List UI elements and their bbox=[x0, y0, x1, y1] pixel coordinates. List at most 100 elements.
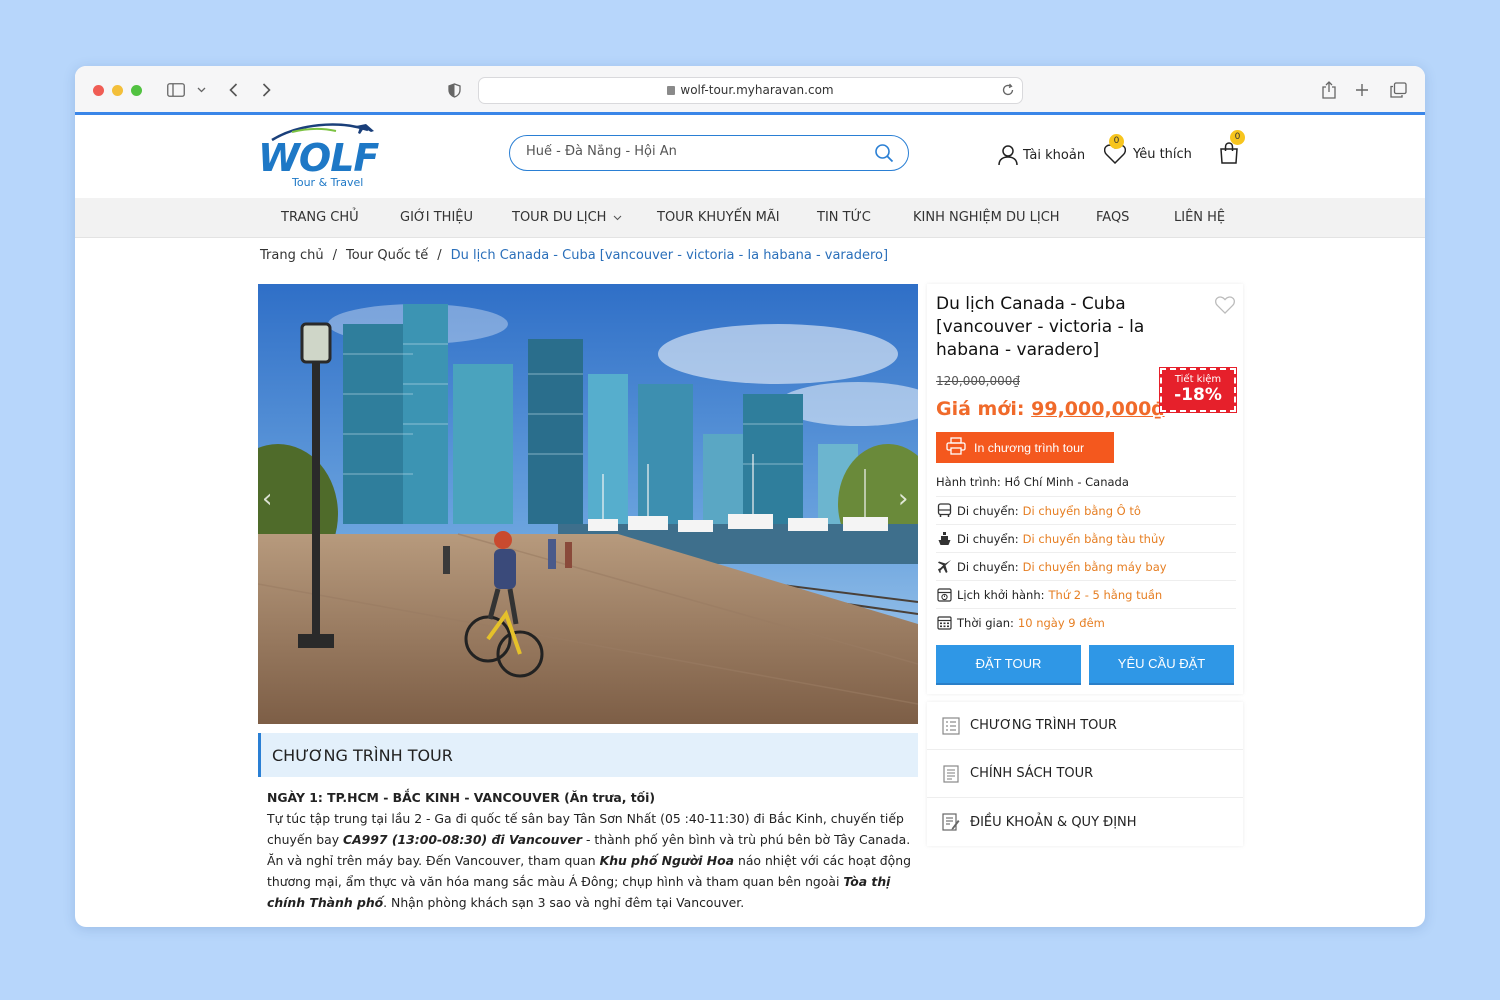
breadcrumb-category[interactable]: Tour Quốc tế bbox=[346, 248, 428, 263]
departure-schedule-value: Thứ 2 - 5 hằng tuần bbox=[1048, 587, 1163, 602]
shield-icon[interactable] bbox=[445, 79, 463, 101]
account-label: Tài khoản bbox=[1023, 147, 1086, 163]
program-heading-bar: CHƯƠNG TRÌNH TOUR bbox=[258, 733, 918, 777]
transport-ship-row: Di chuyển: Di chuyển bằng tàu thủy bbox=[936, 524, 1236, 552]
discount-label: Tiết kiệm bbox=[1174, 374, 1222, 385]
transport-plane-value: Di chuyển bằng máy bay bbox=[1022, 559, 1167, 574]
breadcrumb-current: Du lịch Canada - Cuba [vancouver - victo… bbox=[450, 248, 889, 263]
plane-icon bbox=[936, 559, 952, 575]
side-item-program[interactable]: CHƯƠNG TRÌNH TOUR bbox=[927, 702, 1243, 750]
old-price: 120,000,000₫ bbox=[936, 374, 1020, 388]
route-value: Hồ Chí Minh - Canada bbox=[1004, 475, 1129, 489]
departure-schedule-row: Lịch khởi hành: Thứ 2 - 5 hằng tuần bbox=[936, 580, 1236, 608]
site-header: WOLF Tour & Travel Tài khoản 0 Yêu thích bbox=[75, 118, 1425, 198]
back-icon[interactable] bbox=[225, 79, 241, 101]
new-price: Giá mới: 99,000,000₫ bbox=[936, 398, 1165, 420]
cart-count-badge: 0 bbox=[1230, 130, 1245, 145]
flight-info: CA997 (13:00-08:30) đi Vancouver bbox=[343, 832, 583, 847]
tabs-overview-icon[interactable] bbox=[1388, 79, 1408, 101]
heart-icon: 0 bbox=[1104, 134, 1126, 164]
side-item-policy-label: CHÍNH SÁCH TOUR bbox=[970, 766, 1094, 781]
day-1-description: Tự túc tập trung tại lầu 2 - Ga đi quốc … bbox=[267, 811, 911, 910]
wishlist-label: Yêu thích bbox=[1133, 146, 1192, 162]
nav-item-tours-label: TOUR DU LỊCH bbox=[512, 210, 607, 225]
forward-icon[interactable] bbox=[258, 79, 274, 101]
new-price-value: 99,000,000₫ bbox=[1031, 398, 1165, 420]
sidebar-icon[interactable] bbox=[166, 79, 186, 101]
transport-ship-value: Di chuyển bằng tàu thủy bbox=[1022, 531, 1166, 546]
wishlist-link[interactable]: 0 Yêu thích bbox=[1104, 134, 1192, 164]
zoom-window-button[interactable] bbox=[131, 85, 142, 96]
breadcrumb-home[interactable]: Trang chủ bbox=[260, 248, 324, 263]
nav-item-about[interactable]: GIỚI THIỆU bbox=[400, 210, 473, 225]
duration-value: 10 ngày 9 đêm bbox=[1017, 615, 1105, 630]
place-chinatown: Khu phố Người Hoa bbox=[599, 853, 735, 868]
list-icon bbox=[941, 716, 961, 736]
transport-bus-row: Di chuyển: Di chuyển bằng Ô tô bbox=[936, 496, 1236, 524]
lock-icon bbox=[667, 86, 676, 95]
nav-item-news[interactable]: TIN TỨC bbox=[817, 210, 871, 225]
logo-tagline: Tour & Travel bbox=[292, 176, 364, 189]
logo-wordmark: WOLF bbox=[258, 136, 379, 180]
new-tab-icon[interactable] bbox=[1352, 79, 1372, 101]
side-item-terms[interactable]: ĐIỀU KHOẢN & QUY ĐỊNH bbox=[927, 798, 1243, 846]
minimize-window-button[interactable] bbox=[112, 85, 123, 96]
contract-icon bbox=[941, 812, 961, 832]
chevron-down-icon bbox=[613, 215, 621, 221]
shopping-bag-icon: 0 bbox=[1219, 130, 1245, 164]
nav-item-home[interactable]: TRANG CHỦ bbox=[281, 210, 359, 225]
tour-info-card: Du lịch Canada - Cuba [vancouver - victo… bbox=[927, 284, 1243, 694]
cart-link[interactable]: 0 bbox=[1219, 130, 1245, 164]
discount-percent: -18% bbox=[1174, 385, 1222, 405]
address-url: wolf-tour.myharavan.com bbox=[680, 83, 834, 97]
share-icon[interactable] bbox=[1319, 79, 1339, 101]
main-nav: TRANG CHỦ GIỚI THIỆU TOUR DU LỊCH TOUR K… bbox=[75, 198, 1425, 238]
request-booking-button[interactable]: YÊU CẦU ĐẶT bbox=[1089, 645, 1234, 683]
next-slide-icon[interactable]: › bbox=[898, 484, 918, 524]
nav-item-tours[interactable]: TOUR DU LỊCH bbox=[512, 210, 622, 225]
ship-icon bbox=[936, 531, 952, 547]
new-price-label: Giá mới: bbox=[936, 398, 1025, 420]
breadcrumb: Trang chủ / Tour Quốc tế / Du lịch Canada - … bbox=[260, 248, 889, 263]
bus-icon bbox=[936, 503, 952, 519]
wishlist-count-badge: 0 bbox=[1109, 134, 1124, 149]
search-box bbox=[509, 135, 909, 171]
browser-toolbar: wolf-tour.myharavan.com bbox=[75, 66, 1425, 115]
document-icon bbox=[941, 764, 961, 784]
tour-side-menu: CHƯƠNG TRÌNH TOUR CHÍNH SÁCH TOUR ĐIỀU K… bbox=[927, 702, 1243, 846]
discount-badge: Tiết kiệm -18% bbox=[1159, 367, 1237, 413]
side-item-program-label: CHƯƠNG TRÌNH TOUR bbox=[970, 718, 1117, 733]
account-link[interactable]: Tài khoản bbox=[997, 144, 1085, 166]
chevron-down-icon[interactable] bbox=[195, 79, 207, 101]
transport-bus-value: Di chuyển bằng Ô tô bbox=[1022, 503, 1141, 518]
tour-title: Du lịch Canada - Cuba [vancouver - victo… bbox=[936, 294, 1145, 360]
site-logo[interactable]: WOLF Tour & Travel bbox=[258, 122, 383, 189]
address-bar[interactable]: wolf-tour.myharavan.com bbox=[478, 77, 1023, 104]
duration-row: Thời gian: 10 ngày 9 đêm bbox=[936, 608, 1236, 636]
route-info: Hành trình: Hồ Chí Minh - Canada bbox=[936, 475, 1129, 489]
nav-item-travel-tips[interactable]: KINH NGHIỆM DU LỊCH bbox=[913, 210, 1060, 225]
browser-window: wolf-tour.myharavan.com WOLF Tour & Trav… bbox=[75, 66, 1425, 927]
tour-hero-image: ‹ › bbox=[258, 284, 918, 724]
close-window-button[interactable] bbox=[93, 85, 104, 96]
prev-slide-icon[interactable]: ‹ bbox=[262, 484, 282, 524]
side-item-terms-label: ĐIỀU KHOẢN & QUY ĐỊNH bbox=[970, 814, 1137, 830]
printer-icon bbox=[946, 437, 966, 458]
book-tour-button[interactable]: ĐẶT TOUR bbox=[936, 645, 1081, 683]
heart-icon[interactable] bbox=[1215, 296, 1235, 318]
schedule-icon bbox=[936, 587, 952, 603]
transport-plane-row: Di chuyển: Di chuyển bằng máy bay bbox=[936, 552, 1236, 580]
nav-item-contact[interactable]: LIÊN HỆ bbox=[1174, 210, 1225, 225]
print-program-button[interactable]: In chương trình tour bbox=[936, 432, 1114, 463]
user-icon bbox=[997, 144, 1019, 166]
program-content: NGÀY 1: TP.HCM - BẮC KINH - VANCOUVER (Ă… bbox=[267, 787, 912, 913]
nav-item-faqs[interactable]: FAQS bbox=[1096, 210, 1129, 225]
day-1-title: NGÀY 1: TP.HCM - BẮC KINH - VANCOUVER (Ă… bbox=[267, 790, 656, 805]
side-item-policy[interactable]: CHÍNH SÁCH TOUR bbox=[927, 750, 1243, 798]
program-heading: CHƯƠNG TRÌNH TOUR bbox=[272, 746, 453, 765]
nav-item-promo-tours[interactable]: TOUR KHUYẾN MÃI bbox=[657, 210, 780, 225]
search-icon[interactable] bbox=[874, 143, 894, 167]
reload-icon[interactable] bbox=[1001, 82, 1015, 101]
search-input[interactable] bbox=[526, 144, 856, 159]
print-program-label: In chương trình tour bbox=[974, 440, 1085, 455]
